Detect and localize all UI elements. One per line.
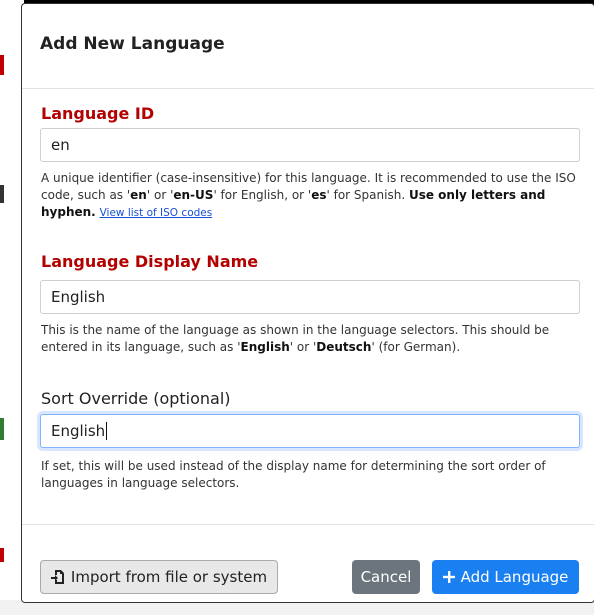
add-language-dialog: Add New Language Language ID A unique id… <box>22 4 594 602</box>
dialog-title: Add New Language <box>40 34 225 54</box>
language-id-label: Language ID <box>41 104 155 123</box>
display-name-input[interactable] <box>40 280 580 314</box>
add-language-button[interactable]: Add Language <box>432 560 579 594</box>
help-text: ' (for German). <box>371 340 461 354</box>
dialog-header: Add New Language <box>22 4 594 89</box>
help-bold: es <box>311 188 327 202</box>
sort-override-help: If set, this will be used instead of the… <box>41 459 546 490</box>
background-mark <box>0 418 4 440</box>
cancel-button[interactable]: Cancel <box>352 560 420 594</box>
help-bold: English <box>240 340 290 354</box>
import-button[interactable]: Import from file or system <box>40 560 278 594</box>
plus-icon <box>442 571 455 583</box>
background-page <box>0 0 24 615</box>
display-name-label: Language Display Name <box>41 252 259 271</box>
sort-override-input[interactable]: English <box>40 414 580 448</box>
help-bold: en <box>130 188 147 202</box>
import-button-label: Import from file or system <box>70 568 268 586</box>
language-id-help: A unique identifier (case-insensitive) f… <box>41 170 581 222</box>
text-caret <box>106 422 108 440</box>
background-page-footer <box>0 600 594 615</box>
help-text: ' or ' <box>146 188 174 202</box>
background-mark <box>0 55 4 75</box>
dialog-footer: Import from file or system Cancel Add La… <box>22 524 594 602</box>
file-import-icon <box>50 569 65 585</box>
help-text: ' for Spanish. <box>326 188 409 202</box>
cancel-button-label: Cancel <box>360 568 412 586</box>
language-id-input[interactable] <box>40 128 580 162</box>
background-mark <box>0 185 4 203</box>
display-name-help: This is the name of the language as show… <box>41 322 581 356</box>
add-language-button-label: Add Language <box>460 568 569 586</box>
help-bold: en-US <box>173 188 214 202</box>
background-mark <box>0 548 4 562</box>
sort-override-label: Sort Override (optional) <box>41 389 231 408</box>
iso-codes-link[interactable]: View list of ISO codes <box>100 207 213 219</box>
sort-override-value: English <box>51 422 106 440</box>
help-text: ' for English, or ' <box>213 188 312 202</box>
help-bold: Deutsch <box>316 340 372 354</box>
help-text: ' or ' <box>289 340 317 354</box>
